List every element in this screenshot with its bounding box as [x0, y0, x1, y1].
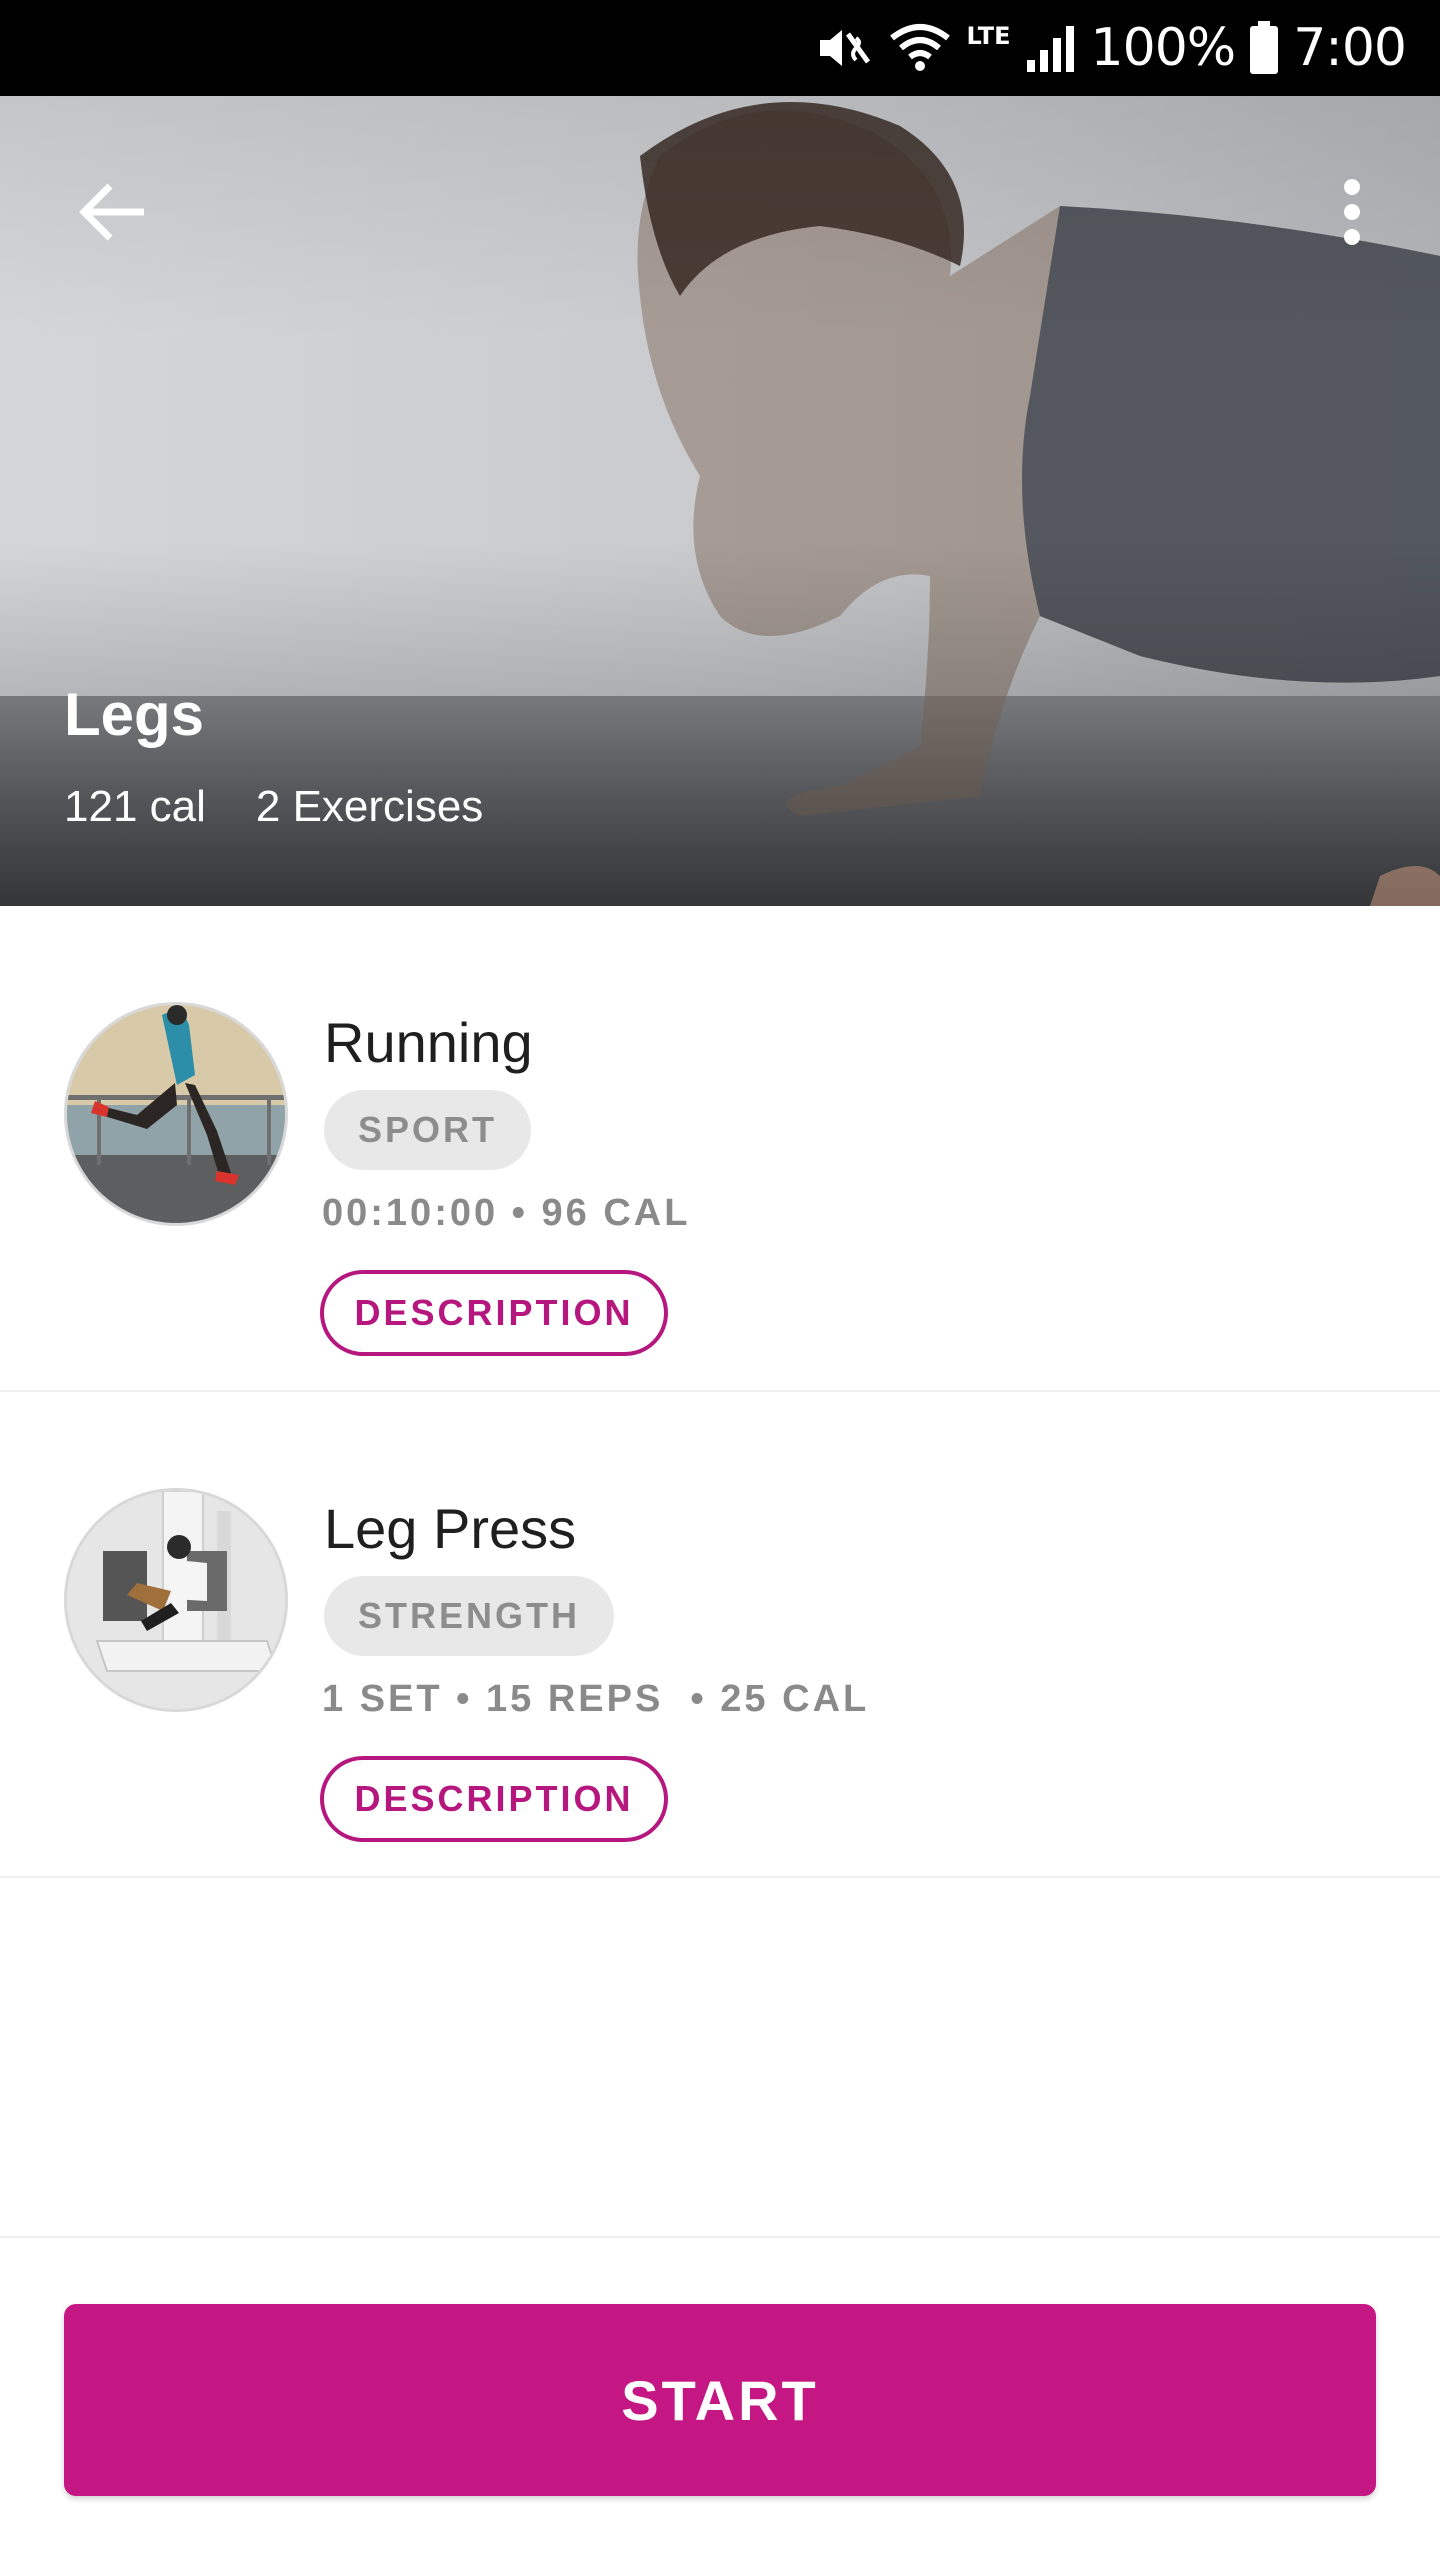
bottom-action-bar: START — [0, 2236, 1440, 2560]
exercise-stats: 00:10:00 • 96 CAL — [322, 1192, 691, 1234]
signal-icon — [1025, 18, 1077, 78]
lte-icon: LTE — [966, 22, 1011, 50]
exercise-stats: 1 SET • 15 REPS • 25 CAL — [322, 1678, 870, 1720]
description-button[interactable]: DESCRIPTION — [320, 1756, 668, 1842]
exercise-item-running[interactable]: Running SPORT 00:10:00 • 96 CAL DESCRIPT… — [0, 906, 1440, 1392]
status-time: 7:00 — [1293, 18, 1407, 78]
exercise-item-leg-press[interactable]: Leg Press STRENGTH 1 SET • 15 REPS • 25 … — [0, 1392, 1440, 1878]
workout-calories: 121 cal — [64, 782, 206, 831]
workout-meta: 121 cal 2 Exercises — [64, 782, 483, 832]
workout-hero: Legs 121 cal 2 Exercises — [0, 96, 1440, 906]
battery-percentage: 100% — [1090, 18, 1237, 78]
exercise-thumbnail-running — [64, 1002, 288, 1226]
more-options-button[interactable] — [1304, 164, 1400, 260]
battery-icon — [1249, 18, 1279, 78]
wifi-icon — [888, 18, 952, 78]
exercise-category-badge: SPORT — [324, 1090, 532, 1170]
start-button[interactable]: START — [64, 2304, 1376, 2496]
description-button[interactable]: DESCRIPTION — [320, 1270, 668, 1356]
status-bar: LTE 100% 7:00 — [0, 0, 1440, 96]
exercise-name: Running — [324, 1011, 533, 1074]
back-button[interactable] — [64, 164, 160, 260]
mute-vibrate-icon — [816, 18, 874, 78]
workout-exercise-count: 2 Exercises — [255, 782, 484, 831]
exercise-thumbnail-leg-press — [64, 1488, 288, 1712]
workout-title: Legs — [64, 681, 205, 748]
exercise-name: Leg Press — [324, 1497, 577, 1560]
more-vertical-icon — [1344, 179, 1360, 245]
exercise-category-badge: STRENGTH — [324, 1576, 614, 1656]
arrow-left-icon — [79, 183, 144, 241]
exercise-list: Running SPORT 00:10:00 • 96 CAL DESCRIPT… — [0, 906, 1440, 1878]
